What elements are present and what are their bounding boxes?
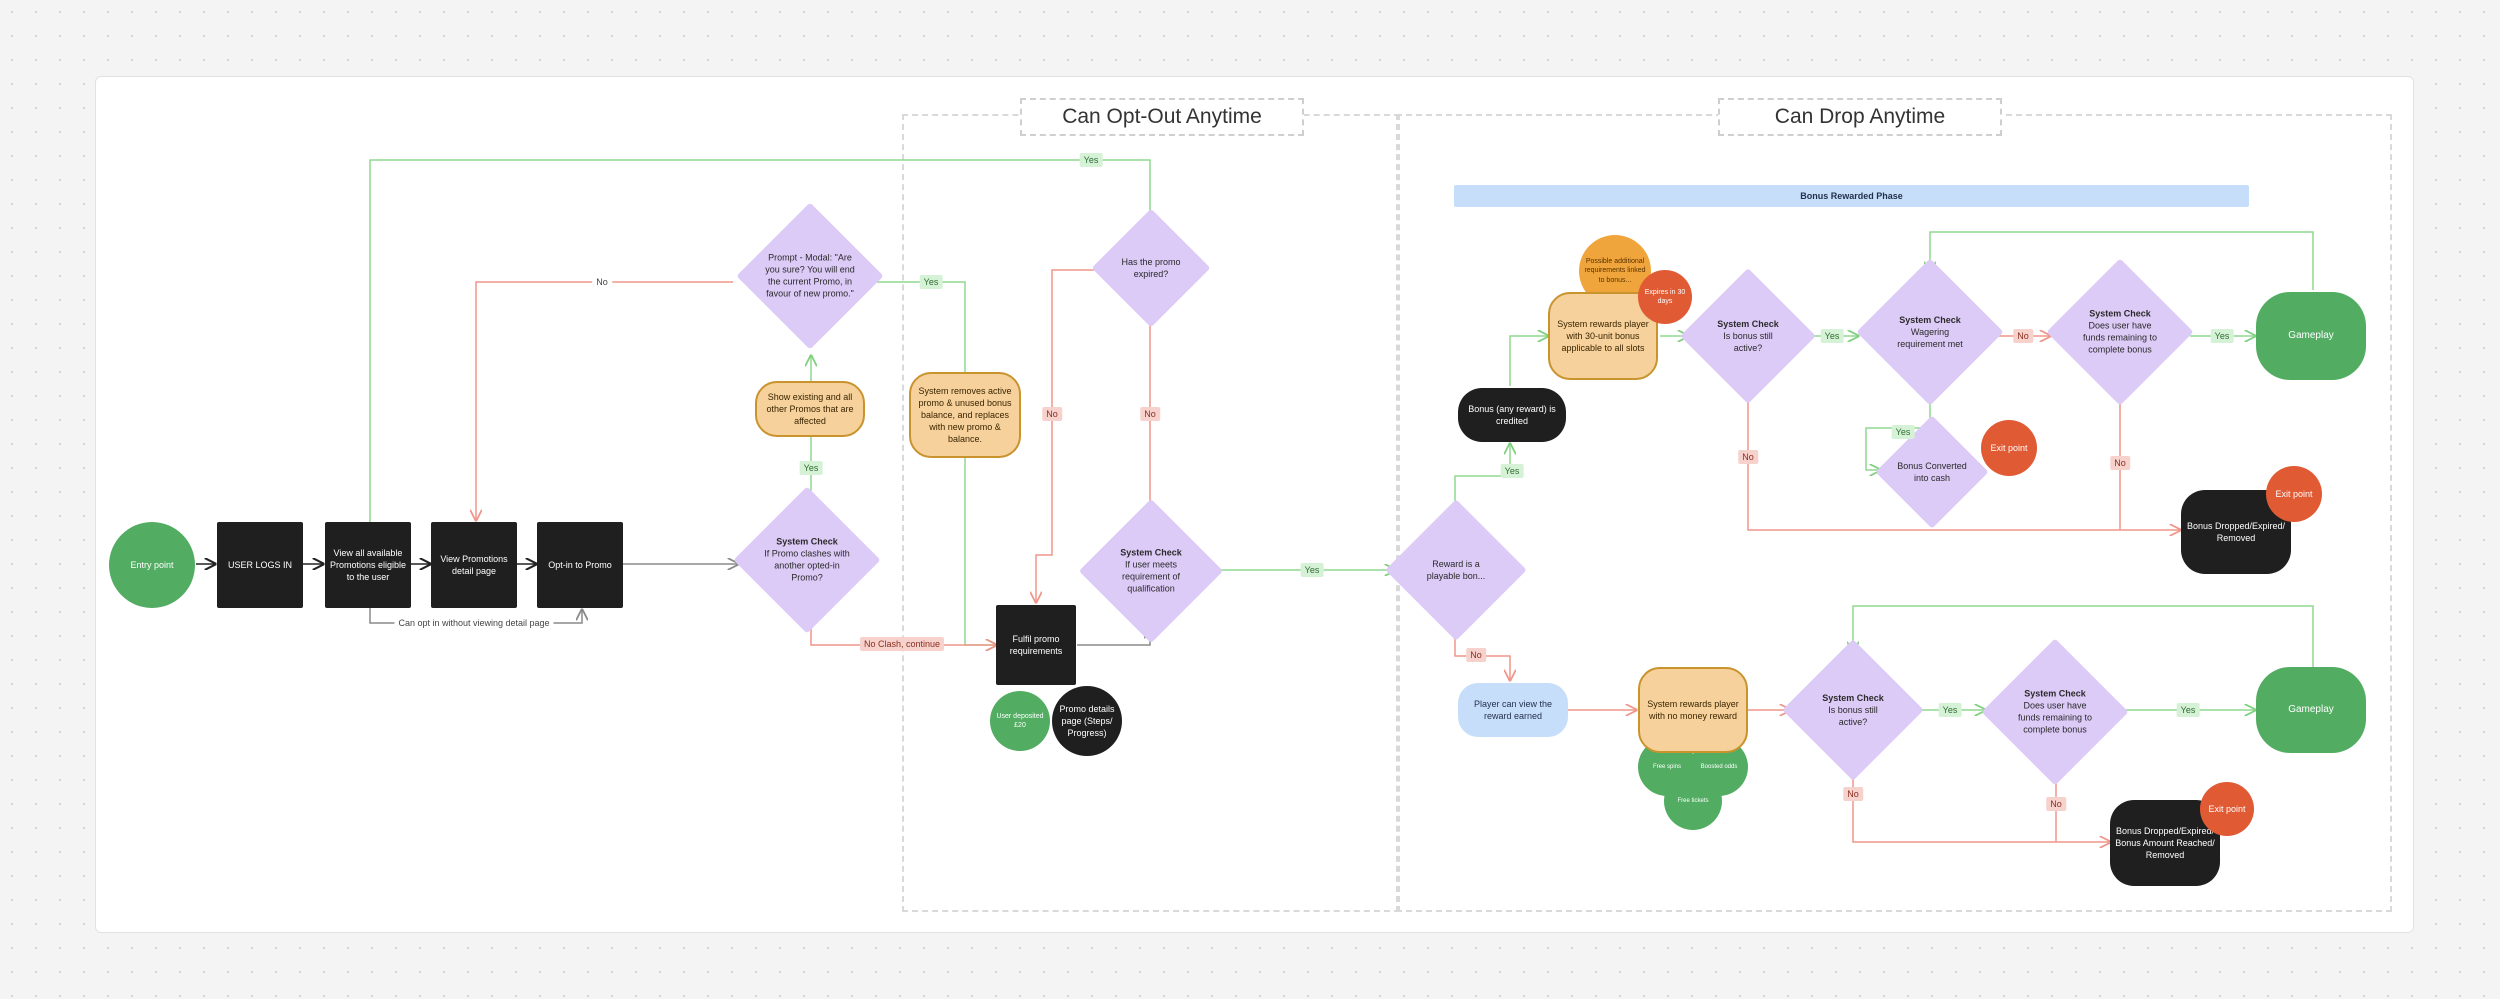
free-tickets-node: Free tickets	[1664, 772, 1722, 830]
playable-bonus-decision: Reward is a playable bon...	[1385, 499, 1527, 641]
bonus-converted-text: Bonus Converted into cash	[1897, 460, 1967, 483]
yes-label-active-1: Yes	[1820, 329, 1844, 343]
no-label-funds-2: No	[2046, 797, 2066, 811]
yes-label-funds-2: Yes	[2176, 703, 2200, 717]
prompt-modal-text: Prompt - Modal: "Are you sure? You will …	[765, 252, 855, 300]
promo-expired-decision: Has the promo expired?	[1091, 208, 1211, 328]
no-label-prompt: No	[592, 275, 612, 289]
exit-point-node-1: Exit point	[1981, 420, 2037, 476]
promo-clash-text: System Check If Promo clashes with anothe…	[764, 536, 850, 584]
prompt-modal-decision: Prompt - Modal: "Are you sure? You will …	[736, 202, 884, 350]
yes-label-playable: Yes	[1500, 464, 1524, 478]
opt-in-promo-node: Opt-in to Promo	[537, 522, 623, 608]
exit-point-node-2: Exit point	[2266, 466, 2322, 522]
yes-label-active-2: Yes	[1938, 703, 1962, 717]
bonus-credited-node: Bonus (any reward) is credited	[1458, 388, 1566, 442]
fulfil-promo-node: Fulfil promo requirements	[996, 605, 1076, 685]
bonus-active-text-2: System Check Is bonus still active?	[1822, 692, 1884, 728]
no-label-wagering: No	[2013, 329, 2033, 343]
yes-label-wagering: Yes	[1891, 425, 1915, 439]
yes-label-funds-1: Yes	[2210, 329, 2234, 343]
yes-label-qualification: Yes	[1300, 563, 1324, 577]
funds-remaining-decision-1: System Check Does user have funds remaini…	[2046, 258, 2194, 406]
playable-bonus-text: Reward is a playable bon...	[1426, 558, 1486, 581]
qualification-text: System Check If user meets requirement of…	[1120, 547, 1182, 595]
bonus-active-text-1: System Check Is bonus still active?	[1717, 318, 1779, 354]
user-deposited-node: User deposited £20	[990, 691, 1050, 751]
gameplay-node-2: Gameplay	[2256, 667, 2366, 753]
bonus-active-decision-2: System Check Is bonus still active?	[1782, 639, 1924, 781]
view-all-promotions-node: View all available Promotions eligible t…	[325, 522, 411, 608]
yes-label-clash: Yes	[799, 461, 823, 475]
yes-label-prompt: Yes	[919, 275, 943, 289]
user-logs-in-node: USER LOGS IN	[217, 522, 303, 608]
yes-label-top-loop: Yes	[1079, 153, 1103, 167]
promo-details-page-node: Promo details page (Steps/ Progress)	[1052, 686, 1122, 756]
funds-remaining-text-1: System Check Does user have funds remaini…	[2082, 308, 2158, 356]
opt-in-without-detail-note: Can opt in without viewing detail page	[394, 616, 554, 630]
no-label-funds-1: No	[2110, 456, 2130, 470]
system-removes-promo-node: System removes active promo & unused bon…	[909, 372, 1021, 458]
exit-point-node-3: Exit point	[2200, 782, 2254, 836]
rewards-no-money-node: System rewards player with no money rewa…	[1638, 667, 1748, 753]
expires-in-30-days-node: Expires in 30 days	[1638, 270, 1692, 324]
view-promotions-detail-node: View Promotions detail page	[431, 522, 517, 608]
no-label-active-1: No	[1738, 450, 1758, 464]
show-existing-promos-node: Show existing and all other Promos that …	[755, 381, 865, 437]
no-label-qualification: No	[1140, 407, 1160, 421]
no-label-active-2: No	[1843, 787, 1863, 801]
bonus-active-decision-1: System Check Is bonus still active?	[1680, 268, 1816, 404]
no-label-playable: No	[1466, 648, 1486, 662]
entry-point-node: Entry point	[109, 522, 195, 608]
gameplay-node-1: Gameplay	[2256, 292, 2366, 380]
player-view-reward-node: Player can view the reward earned	[1458, 683, 1568, 737]
funds-remaining-decision-2: System Check Does user have funds remaini…	[1981, 638, 2129, 786]
no-clash-label: No Clash, continue	[859, 637, 945, 651]
wagering-text: System Check Wagering requirement met	[1897, 314, 1963, 350]
bonus-converted-decision: Bonus Converted into cash	[1875, 415, 1989, 529]
no-label-expired: No	[1042, 407, 1062, 421]
wagering-decision: System Check Wagering requirement met	[1856, 258, 2004, 406]
promo-clash-decision: System Check If Promo clashes with anothe…	[733, 486, 881, 634]
qualification-decision: System Check If user meets requirement of…	[1078, 498, 1224, 644]
promo-expired-text: Has the promo expired?	[1121, 256, 1181, 279]
funds-remaining-text-2: System Check Does user have funds remaini…	[2017, 688, 2093, 736]
